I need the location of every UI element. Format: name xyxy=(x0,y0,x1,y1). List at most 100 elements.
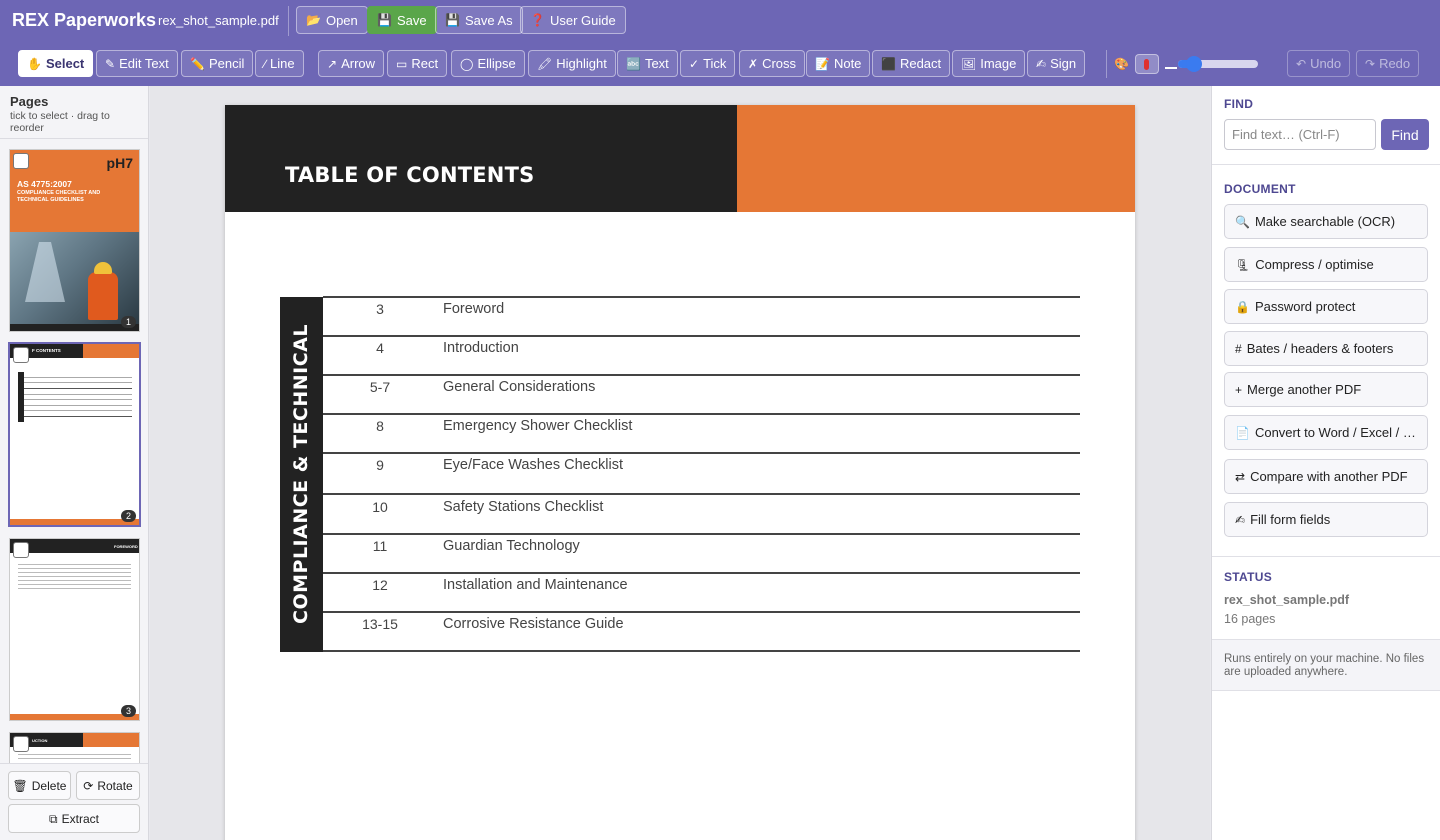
note-icon: 📝 xyxy=(815,56,830,71)
bates-headers-button[interactable]: # Bates / headers & footers xyxy=(1224,331,1428,366)
page-thumbnail-2[interactable]: F CONTENTS 2 xyxy=(10,344,139,525)
trash-icon: 🗑 xyxy=(12,778,28,793)
toc-page-number: 12 xyxy=(372,577,388,593)
page-select-checkbox[interactable] xyxy=(13,542,29,558)
magnifier-icon: 🔍 xyxy=(1235,214,1250,229)
toc-page-number: 13-15 xyxy=(362,616,398,632)
password-protect-button[interactable]: 🔒 Password protect xyxy=(1224,289,1428,324)
cover-subtitle: COMPLIANCE CHECKLIST AND TECHNICAL GUIDE… xyxy=(17,190,101,203)
tool-cross-button[interactable]: ✗ Cross xyxy=(739,50,806,77)
brand-logo: pH7 xyxy=(106,155,133,171)
page-thumbnail-3[interactable]: FOREWORD 3 xyxy=(10,539,139,720)
header-dark-band xyxy=(225,105,737,212)
tool-pencil-button[interactable]: ✏️ Pencil xyxy=(181,50,254,77)
thumb-orange-band xyxy=(83,733,139,747)
tool-select-button[interactable]: ✋ Select xyxy=(18,50,94,77)
image-icon: 🖼 xyxy=(961,56,977,71)
tool-edit-text-button[interactable]: ✎ Edit Text xyxy=(96,50,178,77)
tool-highlight-button[interactable]: 🖍 Highlight xyxy=(528,50,616,77)
header-orange-band xyxy=(737,105,1135,212)
thumb-toc-lines xyxy=(24,372,132,422)
tool-image-button[interactable]: 🖼 Image xyxy=(952,50,1026,77)
plus-icon: + xyxy=(1235,382,1243,397)
hard-hat xyxy=(94,262,112,274)
tool-rect-button[interactable]: ▭ Rect xyxy=(387,50,448,77)
fill-form-button[interactable]: ✍ Fill form fields xyxy=(1224,502,1428,537)
compress-icon: 🗜 xyxy=(1235,257,1251,272)
tool-redact-button[interactable]: ⬛ Redact xyxy=(872,50,951,77)
pages-panel-hint: tick to select · drag to reorder xyxy=(10,110,110,134)
document-icon: 📄 xyxy=(1235,425,1250,440)
side-label-bar: COMPLIANCE & TECHNICAL xyxy=(280,297,323,652)
rotate-icon: ⟳ xyxy=(83,778,94,793)
stroke-controls: 🎨 xyxy=(1114,54,1177,74)
text-icon: 🔤 xyxy=(626,56,641,71)
toc-rule xyxy=(323,572,1080,574)
compare-pdf-button[interactable]: ⇄ Compare with another PDF xyxy=(1224,459,1428,494)
compress-button[interactable]: 🗜 Compress / optimise xyxy=(1224,247,1428,282)
page-select-checkbox[interactable] xyxy=(13,347,29,363)
pdf-page[interactable]: TABLE OF CONTENTS COMPLIANCE & TECHNICAL… xyxy=(225,105,1135,840)
privacy-footer: Runs entirely on your machine. No files … xyxy=(1212,639,1440,691)
rotate-pages-button[interactable]: ⟳ Rotate xyxy=(76,771,140,800)
arrow-icon: ↗ xyxy=(327,56,338,71)
floppy-disk-icon: 💾 xyxy=(445,13,460,27)
folder-icon: 📂 xyxy=(306,13,321,27)
status-file-name: rex_shot_sample.pdf xyxy=(1224,593,1350,607)
pages-actions: 🗑 Delete ⟳ Rotate ⧉ Extract xyxy=(0,763,148,840)
palette-icon: 🎨 xyxy=(1114,57,1129,71)
save-button[interactable]: 💾 Save xyxy=(367,6,437,34)
tool-ellipse-button[interactable]: ◯ Ellipse xyxy=(451,50,525,77)
signature-icon: ✍ xyxy=(1036,56,1047,71)
find-placeholder: Find text… (Ctrl-F) xyxy=(1232,127,1340,142)
undo-icon: ↶ xyxy=(1296,56,1307,71)
convert-button[interactable]: 📄 Convert to Word / Excel / … xyxy=(1224,415,1428,450)
tool-text-button[interactable]: 🔤 Text xyxy=(617,50,678,77)
title-bar: REX Paperworks rex_shot_sample.pdf 📂 Open… xyxy=(0,0,1440,42)
page-thumbnail-4[interactable]: UCTION xyxy=(10,733,139,763)
stroke-width-slider[interactable] xyxy=(1178,56,1258,72)
toc-rule xyxy=(323,493,1080,495)
user-guide-button[interactable]: ❓ User Guide xyxy=(520,6,626,34)
stroke-width-handle[interactable] xyxy=(1186,56,1202,72)
tool-line-button[interactable]: ∕ Line xyxy=(255,50,304,77)
thumb-body-text xyxy=(18,561,131,591)
tool-sign-button[interactable]: ✍ Sign xyxy=(1027,50,1086,77)
thumb-body-text xyxy=(18,751,131,761)
undo-button[interactable]: ↶ Undo xyxy=(1287,50,1351,77)
redo-icon: ↷ xyxy=(1365,56,1376,71)
ellipse-icon: ◯ xyxy=(460,56,474,71)
delete-pages-button[interactable]: 🗑 Delete xyxy=(8,771,71,800)
toc-page-number: 5-7 xyxy=(369,379,391,395)
page-select-checkbox[interactable] xyxy=(13,153,29,169)
tool-arrow-button[interactable]: ↗ Arrow xyxy=(318,50,385,77)
toc-rule xyxy=(323,650,1080,652)
open-button[interactable]: 📂 Open xyxy=(296,6,368,34)
toc-entry-title: Corrosive Resistance Guide xyxy=(443,616,624,632)
find-text-input[interactable]: Find text… (Ctrl-F) xyxy=(1224,119,1376,150)
page-number-badge: 3 xyxy=(121,705,136,717)
toc-rule xyxy=(323,413,1080,415)
find-heading: FIND xyxy=(1224,97,1254,111)
toc-page-number: 4 xyxy=(376,340,384,356)
lock-icon: 🔒 xyxy=(1235,299,1250,314)
extract-pages-button[interactable]: ⧉ Extract xyxy=(8,804,140,833)
document-viewer[interactable]: TABLE OF CONTENTS COMPLIANCE & TECHNICAL… xyxy=(150,86,1210,840)
page-thumbnail-1[interactable]: pH7 AS 4775:2007 COMPLIANCE CHECKLIST AN… xyxy=(10,150,139,331)
page-select-checkbox[interactable] xyxy=(13,736,29,752)
tool-note-button[interactable]: 📝 Note xyxy=(806,50,871,77)
toc-entry-title: Eye/Face Washes Checklist xyxy=(443,457,623,473)
toc-entry-title: Installation and Maintenance xyxy=(443,577,628,593)
stroke-color-picker[interactable] xyxy=(1134,54,1159,74)
hand-icon: ✋ xyxy=(27,56,42,71)
merge-pdf-button[interactable]: + Merge another PDF xyxy=(1224,372,1428,407)
tool-tick-button[interactable]: ✓ Tick xyxy=(680,50,736,77)
ocr-button[interactable]: 🔍 Make searchable (OCR) xyxy=(1224,204,1428,239)
redo-button[interactable]: ↷ Redo xyxy=(1356,50,1420,77)
find-button[interactable]: Find xyxy=(1381,119,1429,150)
divider xyxy=(1212,164,1440,165)
toc-rule xyxy=(323,533,1080,535)
highlighter-icon: 🖍 xyxy=(537,56,553,71)
save-as-button[interactable]: 💾 Save As xyxy=(435,6,523,34)
toc-page-number: 3 xyxy=(376,301,384,317)
